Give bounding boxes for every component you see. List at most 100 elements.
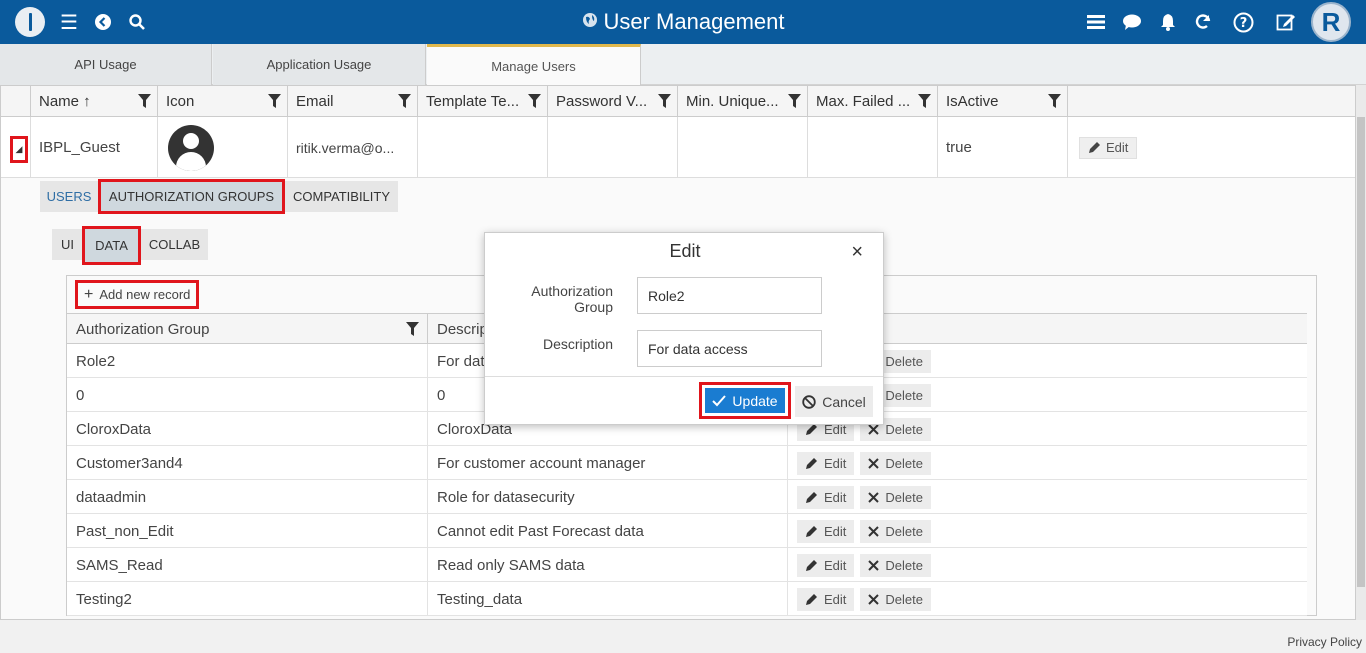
delete-x-icon	[868, 594, 880, 605]
column-min-unique[interactable]: Min. Unique...	[677, 86, 807, 117]
description-cell: Cannot edit Past Forecast data	[427, 514, 787, 548]
row-actions: EditDelete	[797, 588, 931, 611]
max-failed-cell	[807, 117, 937, 178]
row-actions: EditDelete	[797, 486, 931, 509]
description-cell: For customer account manager	[427, 446, 787, 480]
row-actions: EditDelete	[797, 452, 931, 475]
filter-icon[interactable]	[138, 94, 151, 108]
filter-icon[interactable]	[528, 94, 541, 108]
table-row: Past_non_Edit Cannot edit Past Forecast d…	[67, 514, 1307, 548]
row-actions: EditDelete	[797, 520, 931, 543]
authorization-group-cell: Customer3and4	[76, 454, 183, 472]
subtab-data[interactable]: DATA	[82, 226, 141, 265]
globe-icon	[582, 12, 598, 33]
column-template[interactable]: Template Te...	[417, 86, 547, 117]
table-row: dataadmin Role for datasecurity Edit Delete	[67, 480, 1307, 514]
list-view-icon[interactable]	[1086, 0, 1106, 44]
row-delete-button[interactable]: Delete	[860, 452, 931, 475]
authorization-group-label: Authorization Group	[531, 283, 613, 315]
row-actions: EditDelete	[797, 554, 931, 577]
row-edit-button[interactable]: Edit	[797, 554, 855, 577]
edit-profile-icon[interactable]	[1275, 0, 1297, 44]
check-icon	[712, 394, 727, 406]
detail-tab-authorization-groups[interactable]: AUTHORIZATION GROUPS	[98, 179, 285, 214]
row-delete-button[interactable]: Delete	[860, 588, 931, 611]
authorization-group-input[interactable]: Role2	[637, 277, 822, 314]
table-row: IBPL_Guest ritik.verma@o... true Edit	[1, 117, 1355, 178]
tab-manage-users[interactable]: Manage Users	[427, 44, 641, 85]
tab-bar: API Usage Application Usage Manage Users	[0, 44, 1366, 85]
user-icon-cell	[157, 117, 287, 178]
column-email[interactable]: Email	[287, 86, 417, 117]
add-new-record-button[interactable]: + Add new record	[75, 280, 200, 309]
subtab-collab[interactable]: COLLAB	[141, 229, 208, 260]
column-max-failed[interactable]: Max. Failed ...	[807, 86, 937, 117]
user-avatar[interactable]: R	[1310, 0, 1352, 44]
vertical-scrollbar[interactable]	[1356, 85, 1366, 620]
filter-icon[interactable]	[788, 94, 801, 108]
top-bar: ☰ User Management ? R	[0, 0, 1366, 44]
description-input[interactable]: For data access	[637, 330, 822, 367]
column-authorization-group[interactable]: Authorization Group	[67, 314, 427, 344]
filter-icon[interactable]	[918, 94, 931, 108]
user-email: ritik.verma@o...	[287, 117, 417, 178]
row-edit-button[interactable]: Edit	[797, 452, 855, 475]
app-logo-icon[interactable]	[14, 0, 46, 44]
description-cell: Read only SAMS data	[427, 548, 787, 582]
filter-icon[interactable]	[658, 94, 671, 108]
user-name: IBPL_Guest	[30, 117, 157, 178]
row-delete-button[interactable]: Delete	[860, 554, 931, 577]
row-delete-button[interactable]: Delete	[860, 520, 931, 543]
chat-icon[interactable]	[1121, 0, 1143, 44]
delete-x-icon	[868, 560, 880, 571]
column-password[interactable]: Password V...	[547, 86, 677, 117]
plus-icon: +	[84, 285, 94, 303]
help-icon[interactable]: ?	[1232, 0, 1254, 44]
user-edit-button[interactable]: Edit	[1079, 136, 1138, 159]
refresh-icon[interactable]	[1193, 0, 1213, 44]
search-icon[interactable]	[126, 0, 148, 44]
bell-icon[interactable]	[1158, 0, 1178, 44]
update-button[interactable]: Update	[699, 382, 791, 419]
filter-icon[interactable]	[398, 94, 411, 108]
filter-icon[interactable]	[268, 94, 281, 108]
row-edit-button[interactable]: Edit	[797, 486, 855, 509]
row-delete-button[interactable]: Delete	[860, 486, 931, 509]
app-title: User Management	[603, 9, 785, 34]
filter-icon[interactable]	[1048, 94, 1061, 108]
row-expand-toggle[interactable]: ◢	[10, 136, 28, 163]
back-icon[interactable]	[92, 0, 114, 44]
tab-api-usage[interactable]: API Usage	[0, 44, 212, 85]
subtab-ui[interactable]: UI	[52, 229, 83, 260]
cancel-button[interactable]: Cancel	[795, 386, 873, 417]
column-actions	[1067, 86, 1355, 117]
table-row: Customer3and4 For customer account manage…	[67, 446, 1307, 480]
authorization-group-cell: CloroxData	[76, 420, 152, 438]
detail-tab-compatibility[interactable]: COMPATIBILITY	[285, 181, 398, 212]
table-row: Testing2 Testing_data Edit Delete	[67, 582, 1307, 616]
pencil-icon	[806, 560, 817, 571]
close-icon[interactable]: ×	[851, 241, 863, 264]
footer: Privacy Policy	[0, 620, 1366, 653]
column-isactive[interactable]: IsActive	[937, 86, 1067, 117]
privacy-policy-link[interactable]: Privacy Policy	[1287, 635, 1362, 649]
grid-header: Name ↑ Icon Email Template Te... Passwor…	[1, 86, 1355, 117]
column-name[interactable]: Name ↑	[30, 86, 157, 117]
authorization-group-cell: SAMS_Read	[76, 556, 163, 574]
description-cell: Role for datasecurity	[427, 480, 787, 514]
dialog-footer: Update Cancel	[485, 376, 883, 425]
detail-tab-users[interactable]: USERS	[40, 181, 98, 212]
delete-x-icon	[868, 458, 880, 469]
row-edit-button[interactable]: Edit	[797, 520, 855, 543]
filter-icon[interactable]	[406, 322, 419, 336]
user-avatar-icon	[168, 124, 214, 171]
dialog-title: Edit	[669, 240, 701, 261]
tab-application-usage[interactable]: Application Usage	[213, 44, 426, 85]
pencil-icon	[806, 526, 817, 537]
row-edit-button[interactable]: Edit	[797, 588, 855, 611]
column-icon[interactable]: Icon	[157, 86, 287, 117]
pencil-icon	[806, 492, 817, 503]
password-cell	[547, 117, 677, 178]
menu-icon[interactable]: ☰	[58, 0, 80, 44]
delete-x-icon	[868, 526, 880, 537]
